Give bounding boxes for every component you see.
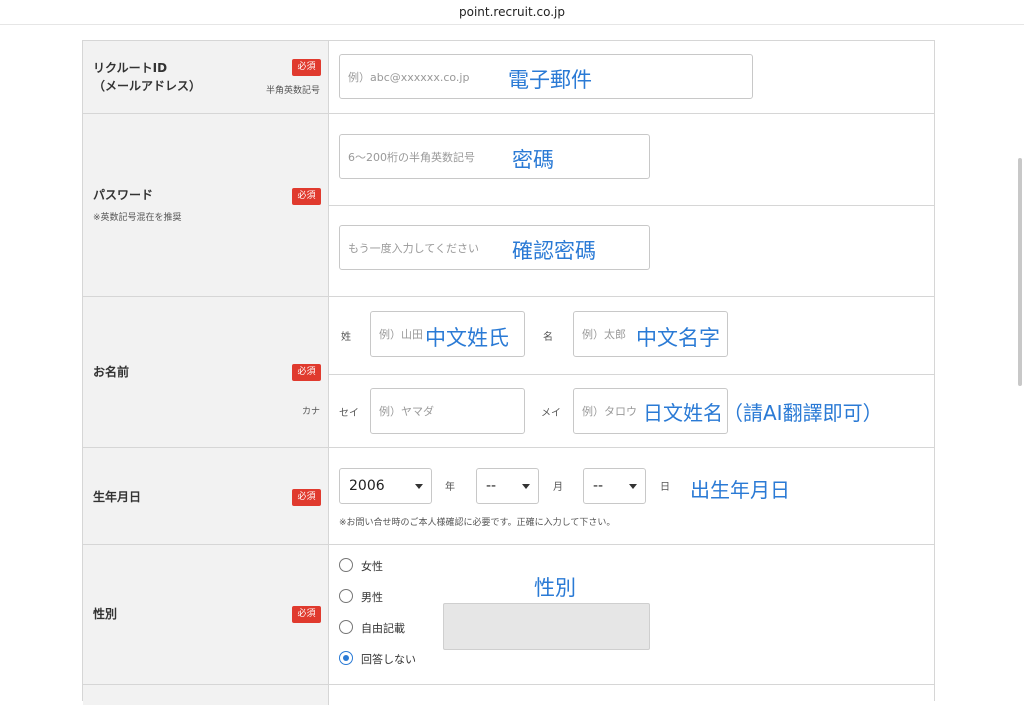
last-name-placeholder: 例）山田 (379, 328, 423, 341)
radio-checked-icon (339, 651, 353, 665)
birth-day-select[interactable]: -- (583, 468, 646, 504)
gender-title: 性別 (93, 607, 118, 621)
birth-month-value: -- (486, 478, 497, 494)
password-recommend-note: ※英数記号混在を推奨 (93, 213, 182, 223)
first-name-kana-placeholder: 例）タロウ (582, 405, 637, 418)
year-unit: 年 (445, 482, 455, 493)
birth-year-select[interactable]: 2006 (339, 468, 432, 504)
browser-address-bar[interactable]: point.recruit.co.jp (0, 0, 1024, 25)
email-annotation: 電子郵件 (508, 68, 592, 92)
chevron-down-icon (522, 484, 530, 489)
field-gender: 女性 男性 自由記載 回答しない 性別 (329, 545, 934, 685)
birthdate-help-text: ※お問い合せ時のご本人様確認に必要です。正確に入力して下さい。 (339, 518, 616, 528)
password-placeholder: 6〜200桁の半角英数記号 (348, 151, 475, 164)
birthdate-annotation: 出生年月日 (690, 478, 790, 502)
first-name-annotation: 中文名字 (636, 326, 720, 350)
name-title: お名前 (93, 365, 130, 379)
field-next-row (329, 685, 934, 705)
radio-icon (339, 620, 353, 634)
email-input[interactable]: 例）abc@xxxxxx.co.jp 電子郵件 (339, 54, 753, 99)
label-recruit-id: リクルートID （メールアドレス） 必須 半角英数記号 (83, 41, 329, 114)
label-name: お名前 必須 カナ (83, 297, 329, 448)
last-name-input[interactable]: 例）山田 中文姓氏 (370, 311, 525, 357)
password-input[interactable]: 6〜200桁の半角英数記号 密碼 (339, 134, 650, 179)
label-next-row (83, 685, 329, 705)
gender-annotation: 性別 (534, 576, 576, 600)
gender-option-label: 男性 (361, 591, 383, 604)
day-unit: 日 (660, 482, 670, 493)
required-badge: 必須 (292, 489, 321, 506)
field-password: 6〜200桁の半角英数記号 密碼 (329, 114, 934, 206)
password-confirm-placeholder: もう一度入力してください (348, 242, 480, 255)
password-title: パスワード (93, 188, 154, 202)
recruit-id-title: リクルートID （メールアドレス） (93, 59, 201, 95)
label-birthdate: 生年月日 必須 (83, 448, 329, 545)
radio-icon (339, 589, 353, 603)
kana-sei-label: セイ (339, 408, 359, 419)
scrollbar[interactable] (1018, 158, 1022, 386)
gender-free-text-input[interactable] (443, 603, 650, 650)
password-confirm-annotation: 確認密碼 (512, 239, 596, 263)
password-confirm-input[interactable]: もう一度入力してください 確認密碼 (339, 225, 650, 270)
chevron-down-icon (415, 484, 423, 489)
last-name-annotation: 中文姓氏 (425, 326, 509, 350)
label-password: パスワード ※英数記号混在を推奨 必須 (83, 114, 329, 297)
first-name-input[interactable]: 例）太郎 中文名字 (573, 311, 728, 357)
sei-label: 姓 (341, 332, 351, 343)
gender-option-label: 女性 (361, 560, 383, 573)
last-name-kana-input[interactable]: 例）ヤマダ (370, 388, 525, 434)
month-unit: 月 (553, 482, 563, 493)
birth-year-value: 2006 (349, 478, 385, 494)
field-name-kana: セイ 例）ヤマダ メイ 例）タロウ 日文姓名（請AI翻譯即可） (329, 375, 934, 448)
field-password-confirm: もう一度入力してください 確認密碼 (329, 206, 934, 297)
birth-month-select[interactable]: -- (476, 468, 539, 504)
url-text: point.recruit.co.jp (459, 5, 565, 19)
required-badge: 必須 (292, 606, 321, 623)
kana-mei-label: メイ (541, 408, 561, 419)
last-name-kana-placeholder: 例）ヤマダ (379, 405, 434, 418)
recruit-id-charset-note: 半角英数記号 (265, 86, 320, 96)
recruit-id-title-line2: （メールアドレス） (93, 79, 202, 93)
birthdate-title: 生年月日 (93, 490, 142, 504)
field-birthdate: 2006 年 -- 月 -- 日 出生年月日 ※お問い合せ時のご本人様確認に必要… (329, 448, 934, 545)
field-recruit-id: 例）abc@xxxxxx.co.jp 電子郵件 (329, 41, 934, 114)
required-badge: 必須 (292, 59, 321, 76)
required-badge: 必須 (292, 188, 321, 205)
first-name-placeholder: 例）太郎 (582, 328, 626, 341)
mei-label: 名 (543, 332, 553, 343)
gender-option-label: 回答しない (361, 653, 416, 666)
kana-label: カナ (301, 407, 320, 417)
radio-icon (339, 558, 353, 572)
password-annotation: 密碼 (512, 148, 554, 172)
kana-annotation: 日文姓名（請AI翻譯即可） (643, 401, 883, 425)
registration-form: リクルートID （メールアドレス） 必須 半角英数記号 例）abc@xxxxxx… (82, 40, 935, 705)
gender-option-label: 自由記載 (361, 622, 405, 635)
email-placeholder: 例）abc@xxxxxx.co.jp (348, 71, 470, 84)
chevron-down-icon (629, 484, 637, 489)
recruit-id-title-line1: リクルートID (93, 61, 168, 75)
label-gender: 性別 必須 (83, 545, 329, 685)
field-name-kanji: 姓 例）山田 中文姓氏 名 例）太郎 中文名字 (329, 297, 934, 375)
birth-day-value: -- (593, 478, 604, 494)
required-badge: 必須 (292, 364, 321, 381)
